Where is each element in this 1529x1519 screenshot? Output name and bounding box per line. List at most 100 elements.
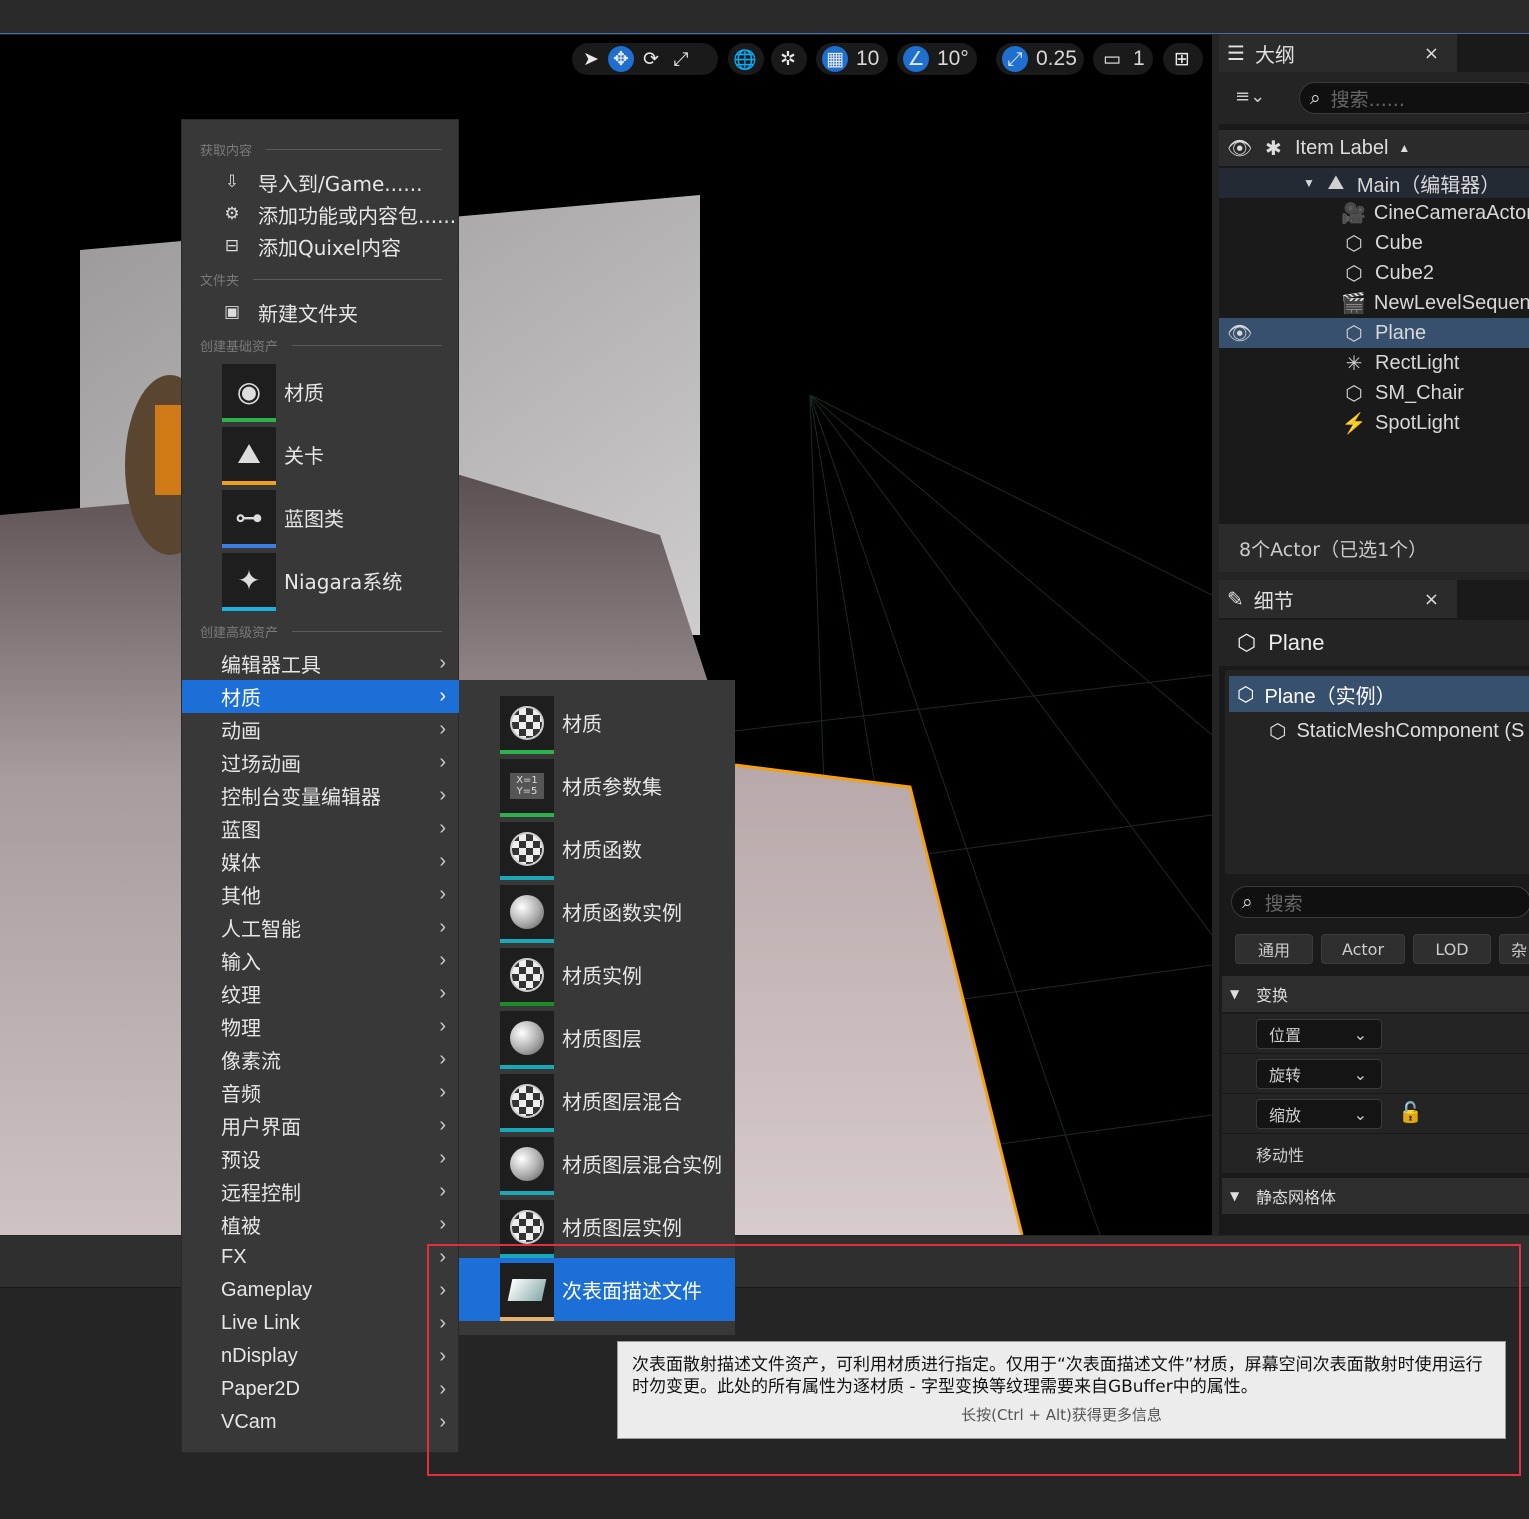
add-feature-menu-item[interactable]: ⚙ 添加功能或内容包......: [182, 198, 460, 230]
advanced-category-item[interactable]: 人工智能 ›: [182, 911, 460, 944]
import-menu-item[interactable]: ⇩ 导入到/Game......: [182, 166, 460, 198]
scale-dropdown[interactable]: 缩放 ⌄: [1256, 1099, 1382, 1129]
outliner-status: 8个Actor（已选1个）: [1219, 524, 1529, 572]
advanced-category-item[interactable]: VCam ›: [182, 1406, 460, 1439]
advanced-category-item[interactable]: 媒体 ›: [182, 845, 460, 878]
advanced-category-item[interactable]: 用户界面 ›: [182, 1109, 460, 1142]
details-tab[interactable]: ✎ 细节 ×: [1219, 580, 1457, 618]
outliner-tab[interactable]: ☰ 大纲 ×: [1219, 34, 1457, 72]
advanced-category-item[interactable]: Paper2D ›: [182, 1373, 460, 1406]
advanced-category-item[interactable]: 输入 ›: [182, 944, 460, 977]
scale-snap-value[interactable]: 0.25: [1032, 47, 1081, 71]
transform-section-label: 变换: [1256, 986, 1289, 1005]
expand-icon[interactable]: ▼: [1303, 176, 1315, 190]
filter-icon[interactable]: ≡⌄: [1235, 86, 1265, 107]
material-submenu-item[interactable]: 材质图层混合实例: [459, 1132, 735, 1195]
advanced-category-label: 动画: [221, 721, 261, 743]
item-label-column[interactable]: Item Label: [1295, 137, 1388, 160]
close-icon[interactable]: ×: [1424, 589, 1439, 610]
advanced-category-item[interactable]: 其他 ›: [182, 878, 460, 911]
pin-column-icon[interactable]: ✱: [1265, 136, 1295, 161]
close-icon[interactable]: ×: [1424, 43, 1439, 64]
chevron-right-icon: ›: [439, 652, 446, 674]
basic-asset-item[interactable]: ⊶ 蓝图类: [222, 488, 462, 548]
advanced-category-item[interactable]: 物理 ›: [182, 1010, 460, 1043]
filter-button[interactable]: 通用: [1235, 934, 1313, 964]
chevron-right-icon: ›: [439, 982, 446, 1004]
advanced-category-item[interactable]: FX ›: [182, 1241, 460, 1274]
outliner-row[interactable]: ⬡ Cube2: [1219, 258, 1529, 288]
basic-asset-item[interactable]: ◉ 材质: [222, 362, 462, 422]
advanced-category-item[interactable]: nDisplay ›: [182, 1340, 460, 1373]
component-instance-row[interactable]: ⬡ Plane（实例）: [1229, 676, 1529, 712]
outliner-row[interactable]: 🎥 CineCameraActor: [1219, 198, 1529, 228]
advanced-category-item[interactable]: 远程控制 ›: [182, 1175, 460, 1208]
material-submenu-item[interactable]: 材质函数实例: [459, 880, 735, 943]
angle-icon[interactable]: ∠: [903, 46, 929, 72]
advanced-category-item[interactable]: 纹理 ›: [182, 977, 460, 1010]
filter-button[interactable]: LOD: [1413, 934, 1491, 964]
filter-button[interactable]: 杂: [1499, 934, 1529, 964]
layout-icon[interactable]: ⊞: [1169, 46, 1195, 72]
advanced-category-item[interactable]: 像素流 ›: [182, 1043, 460, 1076]
material-submenu-item[interactable]: 材质图层混合: [459, 1069, 735, 1132]
material-submenu-item[interactable]: 材质函数: [459, 817, 735, 880]
advanced-category-item[interactable]: 过场动画 ›: [182, 746, 460, 779]
outliner-row[interactable]: ⬡ SM_Chair: [1219, 378, 1529, 408]
outliner-row[interactable]: ⚡ SpotLight: [1219, 408, 1529, 438]
level-asset-icon: ⛰: [222, 427, 276, 485]
advanced-category-item[interactable]: Gameplay ›: [182, 1274, 460, 1307]
advanced-category-item[interactable]: 蓝图 ›: [182, 812, 460, 845]
basic-asset-item[interactable]: ✦ Niagara系统: [222, 551, 462, 611]
advanced-category-item[interactable]: 植被 ›: [182, 1208, 460, 1241]
advanced-category-item[interactable]: 音频 ›: [182, 1076, 460, 1109]
globe-icon[interactable]: 🌐: [732, 46, 758, 72]
visibility-column-icon[interactable]: 👁: [1227, 136, 1255, 161]
material-submenu-item[interactable]: 材质图层: [459, 1006, 735, 1069]
advanced-category-item[interactable]: 动画 ›: [182, 713, 460, 746]
location-dropdown[interactable]: 位置 ⌄: [1256, 1019, 1382, 1049]
basic-asset-item[interactable]: ⛰ 关卡: [222, 425, 462, 485]
material-submenu-item[interactable]: 材质实例: [459, 943, 735, 1006]
rotate-icon[interactable]: ⟳: [638, 46, 664, 72]
add-quixel-menu-item[interactable]: ⊟ 添加Quixel内容: [182, 230, 460, 262]
details-object-name: Plane: [1268, 630, 1325, 655]
camera-speed-value[interactable]: 1: [1129, 47, 1149, 71]
material-submenu-label: 材质函数实例: [562, 901, 682, 925]
advanced-category-item[interactable]: 预设 ›: [182, 1142, 460, 1175]
move-icon[interactable]: ✥: [608, 46, 634, 72]
select-icon[interactable]: ➤: [578, 46, 604, 72]
advanced-category-item[interactable]: Live Link ›: [182, 1307, 460, 1340]
new-folder-menu-item[interactable]: ▣ 新建文件夹: [182, 296, 460, 328]
outliner-row[interactable]: ▼ ⛰ Main（编辑器）: [1219, 168, 1529, 198]
outliner-row[interactable]: ✳ RectLight: [1219, 348, 1529, 378]
advanced-category-label: 音频: [221, 1084, 261, 1106]
advanced-category-item[interactable]: 材质 ›: [182, 680, 460, 713]
advanced-category-item[interactable]: 控制台变量编辑器 ›: [182, 779, 460, 812]
static-mesh-section-header[interactable]: ▼ 静态网格体: [1222, 1178, 1529, 1214]
advanced-category-label: 控制台变量编辑器: [221, 787, 381, 809]
rotation-snap-value[interactable]: 10°: [933, 47, 973, 71]
grid-snap-value[interactable]: 10: [852, 47, 883, 71]
material-submenu-item[interactable]: X=1 Y=5 材质参数集: [459, 754, 735, 817]
outliner-row[interactable]: 👁 ⬡ Plane: [1219, 318, 1529, 348]
visibility-icon[interactable]: 👁: [1227, 321, 1252, 346]
outliner-row[interactable]: ⬡ Cube: [1219, 228, 1529, 258]
outliner-search-input[interactable]: ⌕ 搜索......: [1299, 82, 1529, 114]
chevron-right-icon: ›: [439, 850, 446, 872]
outliner-row[interactable]: 🎬 NewLevelSequence: [1219, 288, 1529, 318]
chevron-right-icon: ›: [439, 883, 446, 905]
material-submenu-item[interactable]: 材质: [459, 691, 735, 754]
advanced-category-item[interactable]: 编辑器工具 ›: [182, 647, 460, 680]
scale-icon[interactable]: ⤢: [668, 46, 694, 72]
component-row[interactable]: ⬡ StaticMeshComponent (S: [1269, 714, 1529, 748]
transform-section-header[interactable]: ▼ 变换: [1222, 976, 1529, 1012]
surface-snap-icon[interactable]: ✲: [775, 46, 801, 72]
grid-icon[interactable]: ▦: [822, 46, 848, 72]
lock-icon[interactable]: 🔓: [1398, 1100, 1423, 1124]
camera-icon[interactable]: ▭: [1099, 46, 1125, 72]
filter-button[interactable]: Actor: [1321, 934, 1405, 964]
rotation-dropdown[interactable]: 旋转 ⌄: [1256, 1059, 1382, 1089]
details-search-input[interactable]: ⌕ 搜索: [1231, 886, 1529, 918]
scale-snap-icon[interactable]: ⤢: [1002, 46, 1028, 72]
